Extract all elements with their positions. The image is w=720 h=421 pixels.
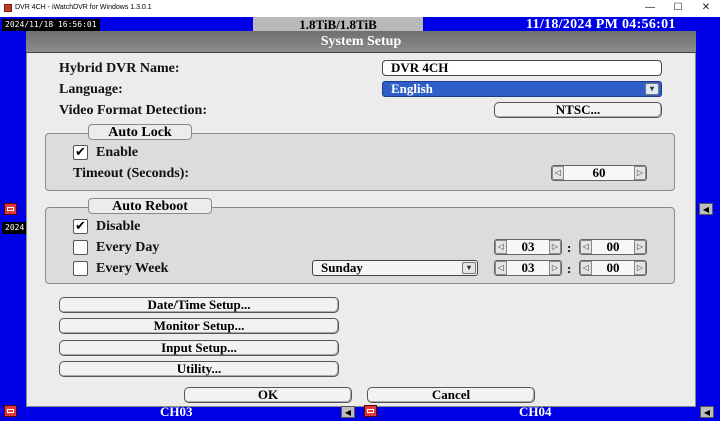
language-label: Language: [59, 82, 123, 97]
every-day-hour-spinner[interactable]: ◁ 03 ▷ [494, 239, 562, 255]
channel-label-ch03: CH03 [160, 404, 193, 419]
datetime-setup-button[interactable]: Date/Time Setup... [59, 297, 339, 313]
dialog-title: System Setup [26, 31, 696, 53]
audio-speaker-icon[interactable]: ◀ [341, 406, 355, 418]
time-separator: : [567, 240, 572, 255]
increment-arrow-icon[interactable]: ▷ [549, 261, 561, 275]
every-day-hour-value: 03 [521, 239, 535, 254]
audio-speaker-icon[interactable]: ◀ [699, 203, 713, 215]
every-week-label: Every Week [96, 261, 169, 276]
auto-lock-enable-checkbox[interactable]: ✔ [73, 145, 88, 160]
every-day-checkbox[interactable] [73, 240, 88, 255]
window-titlebar: DVR 4CH - iWatchDVR for Windows 1.3.0.1 … [0, 0, 720, 17]
every-week-hour-spinner[interactable]: ◁ 03 ▷ [494, 260, 562, 276]
reboot-disable-checkbox[interactable]: ✔ [73, 219, 88, 234]
timeout-value: 60 [592, 165, 606, 180]
decrement-arrow-icon[interactable]: ◁ [495, 261, 507, 275]
video-format-label: Video Format Detection: [59, 103, 207, 118]
every-week-minute-value: 00 [606, 260, 620, 275]
ok-button[interactable]: OK [184, 387, 352, 403]
timeout-label: Timeout (Seconds): [73, 166, 190, 181]
every-week-minute-spinner[interactable]: ◁ 00 ▷ [579, 260, 647, 276]
maximize-button[interactable]: ☐ [664, 0, 692, 17]
reboot-disable-label: Disable [96, 219, 141, 234]
every-day-minute-spinner[interactable]: ◁ 00 ▷ [579, 239, 647, 255]
auto-lock-group [45, 133, 675, 191]
increment-arrow-icon[interactable]: ▷ [634, 166, 646, 180]
decrement-arrow-icon[interactable]: ◁ [495, 240, 507, 254]
record-indicator-icon [4, 203, 17, 215]
check-icon: ✔ [75, 219, 86, 234]
every-week-hour-value: 03 [521, 260, 535, 275]
monitor-setup-button[interactable]: Monitor Setup... [59, 318, 339, 334]
channel-timestamp: 2024/11/18 16:56:01 [2, 19, 100, 31]
window-title: DVR 4CH - iWatchDVR for Windows 1.3.0.1 [15, 4, 152, 11]
increment-arrow-icon[interactable]: ▷ [549, 240, 561, 254]
weekday-select[interactable]: Sunday ▾ [312, 260, 478, 276]
disk-capacity-badge: 1.8TiB/1.8TiB [253, 17, 423, 32]
decrement-arrow-icon[interactable]: ◁ [580, 261, 592, 275]
input-setup-button[interactable]: Input Setup... [59, 340, 339, 356]
timeout-spinner[interactable]: ◁ 60 ▷ [551, 165, 647, 181]
minimize-button[interactable]: — [636, 0, 664, 17]
weekday-value: Sunday [321, 260, 363, 275]
record-indicator-icon [364, 405, 377, 417]
close-button[interactable]: ✕ [692, 0, 720, 17]
decrement-arrow-icon[interactable]: ◁ [552, 166, 564, 180]
utility-button[interactable]: Utility... [59, 361, 339, 377]
channel-label-ch04: CH04 [519, 404, 552, 419]
every-day-label: Every Day [96, 240, 160, 255]
cancel-button[interactable]: Cancel [367, 387, 535, 403]
increment-arrow-icon[interactable]: ▷ [634, 240, 646, 254]
hybrid-name-input[interactable]: DVR 4CH [382, 60, 662, 76]
app-icon [4, 4, 12, 12]
decrement-arrow-icon[interactable]: ◁ [580, 240, 592, 254]
language-select[interactable]: English ▾ [382, 81, 662, 97]
check-icon: ✔ [75, 145, 86, 160]
auto-reboot-title: Auto Reboot [88, 198, 212, 214]
time-separator: : [567, 261, 572, 276]
side-timestamp: 2024 [2, 222, 28, 234]
audio-speaker-icon[interactable]: ◀ [700, 406, 714, 418]
hybrid-name-label: Hybrid DVR Name: [59, 61, 180, 76]
record-indicator-icon [4, 405, 17, 417]
ntsc-button[interactable]: NTSC... [494, 102, 662, 118]
every-day-minute-value: 00 [606, 239, 620, 254]
every-week-checkbox[interactable] [73, 261, 88, 276]
auto-lock-enable-label: Enable [96, 145, 139, 160]
system-clock: 11/18/2024 PM 04:56:01 [526, 17, 676, 32]
chevron-down-icon: ▾ [462, 262, 476, 274]
auto-lock-title: Auto Lock [88, 124, 192, 140]
chevron-down-icon: ▾ [645, 83, 659, 95]
language-value: English [391, 81, 433, 96]
increment-arrow-icon[interactable]: ▷ [634, 261, 646, 275]
